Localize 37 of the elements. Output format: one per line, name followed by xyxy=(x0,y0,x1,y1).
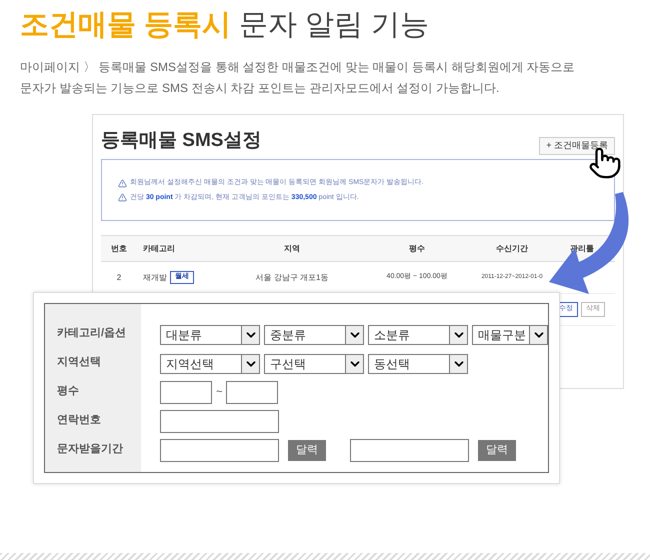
field-label: 지역선택 xyxy=(57,355,102,370)
panel-title: 등록매물 SMS설정 xyxy=(101,128,262,152)
dropdown-value: 동선택 xyxy=(373,356,411,372)
dropdown[interactable]: 매물구분 xyxy=(472,324,548,344)
column-header: 지역 xyxy=(283,242,301,254)
calendar-button[interactable]: 달력 xyxy=(288,440,326,461)
dropdown[interactable]: 중분류 xyxy=(264,324,364,344)
field-label: 문자받을기간 xyxy=(57,442,124,457)
dropdown[interactable]: 지역선택 xyxy=(160,354,260,374)
field-label: 연락번호 xyxy=(57,413,102,428)
table-cell: 재개발 xyxy=(143,272,167,284)
column-header: 번호 xyxy=(110,242,128,254)
dropdown-value: 지역선택 xyxy=(165,356,215,372)
field-label: 카테고리/옵션 xyxy=(57,326,128,341)
column-header: 관리툴 xyxy=(569,242,595,254)
dropdown[interactable]: 동선택 xyxy=(368,354,468,374)
title-text: 문자 알림 기능 xyxy=(239,8,430,43)
table-cell-text: 2 xyxy=(116,272,122,284)
dropdown[interactable]: 대분류 xyxy=(160,324,260,344)
range-separator: ~ xyxy=(216,385,222,400)
title-highlight: 조건매물 등록시 xyxy=(20,8,232,43)
add-condition-button[interactable]: + 조건매물등록 xyxy=(539,136,615,154)
dropdown[interactable]: 소분류 xyxy=(368,324,468,344)
calendar-button[interactable]: 달력 xyxy=(478,440,516,461)
description-line: 마이페이지 〉 등록매물 SMS설정을 통해 설정한 매물조건에 맞는 매물이 등록시 해당회원에게 자동으로 xyxy=(20,58,576,76)
dropdown-value: 구선택 xyxy=(269,356,307,372)
table-cell-text: 서울 강남구 개포1동 xyxy=(254,272,330,284)
column-header: 평수 xyxy=(408,242,426,254)
column-header: 카테고리 xyxy=(142,242,176,254)
column-header: 수신기간 xyxy=(495,242,529,254)
dropdown-value: 매물구분 xyxy=(477,326,527,344)
description-line: 문자가 발송되는 기능으로 SMS 전송시 차감 포인트는 관리자모드에서 설정이 가능합니다. xyxy=(20,80,500,96)
field-label: 평수 xyxy=(57,384,80,399)
dropdown-value: 대분류 xyxy=(165,326,203,344)
dropdown[interactable]: 구선택 xyxy=(264,354,364,374)
dropdown-value: 소분류 xyxy=(373,326,411,344)
dropdown-value: 중분류 xyxy=(269,326,307,344)
